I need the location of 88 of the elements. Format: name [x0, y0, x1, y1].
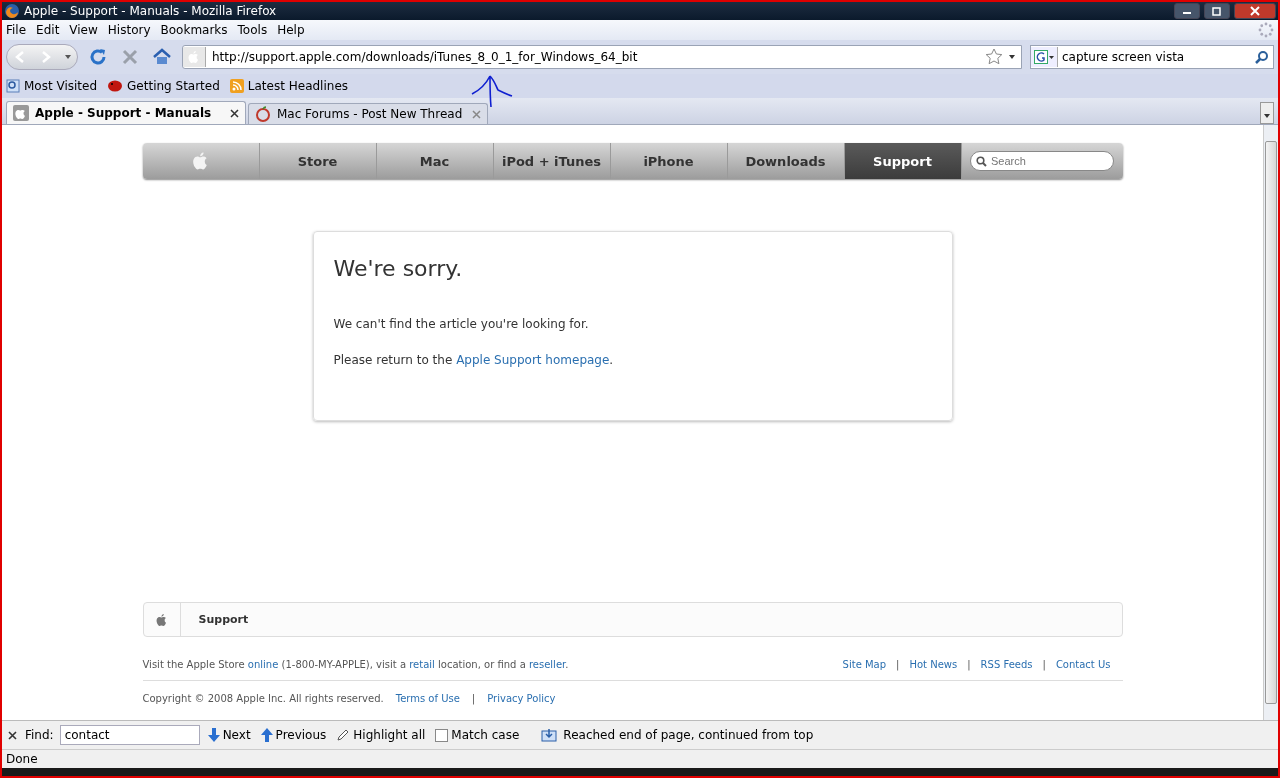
find-field[interactable]: contact: [59, 725, 200, 745]
down-arrow-icon: [207, 728, 220, 742]
restore-button[interactable]: [1204, 3, 1230, 19]
nav-tab[interactable]: Support: [844, 143, 962, 179]
home-icon: [152, 47, 172, 67]
separator-text: |: [1042, 659, 1046, 670]
close-icon[interactable]: [230, 108, 239, 118]
pencil-icon: [336, 728, 351, 742]
window-title: Apple - Support - Manuals - Mozilla Firefox: [24, 4, 278, 18]
message-text: Please return to the Apple Support homepage.: [333, 353, 615, 367]
menu-item[interactable]: File: [6, 23, 27, 37]
menu-item[interactable]: Help: [277, 23, 305, 37]
minimize-button[interactable]: [1174, 3, 1200, 19]
match-case-checkbox[interactable]: Match case: [433, 728, 522, 742]
nav-tab[interactable]: Store: [259, 143, 377, 179]
address-field[interactable]: http://support.apple.com/downloads/iTunes_8_0_1_for_Windows_64_bit: [182, 45, 1022, 69]
apple-icon: [154, 612, 169, 627]
close-find-button[interactable]: [6, 728, 19, 742]
bookmark-link[interactable]: Most Visited: [6, 79, 98, 93]
menu-item[interactable]: Edit: [36, 23, 60, 37]
nav-tab[interactable]: iPod + iTunes: [493, 143, 611, 179]
status-text: Done: [6, 752, 38, 766]
tab-title: Apple - Support - Manuals: [35, 106, 213, 120]
previous-button[interactable]: Previous: [258, 728, 329, 742]
caret-icon: [65, 55, 71, 59]
caret-icon[interactable]: [1009, 55, 1015, 59]
restore-icon: [1212, 6, 1222, 16]
browser-tab[interactable]: Mac Forums - Post New Thread: [248, 103, 488, 124]
footer-link[interactable]: Privacy Policy: [487, 693, 556, 704]
text-link[interactable]: reseller: [528, 659, 566, 670]
wrap-around-icon: [541, 728, 558, 742]
error-heading: We're sorry.: [333, 256, 464, 281]
separator-text: |: [896, 659, 900, 670]
menu-item[interactable]: History: [107, 23, 151, 37]
close-icon: [1250, 6, 1260, 16]
footer-link[interactable]: Terms of Use: [395, 693, 460, 704]
search-icon[interactable]: [1255, 50, 1269, 64]
nav-tab[interactable]: iPhone: [610, 143, 728, 179]
search-icon: [976, 156, 987, 167]
text-link[interactable]: retail: [409, 659, 435, 670]
copyright-text: Copyright © 2008 Apple Inc. All rights reserved.: [142, 693, 384, 704]
footer-link[interactable]: Site Map: [842, 659, 887, 670]
close-button[interactable]: [1234, 3, 1276, 19]
url-text: http://support.apple.com/downloads/iTunes_8_0_1_for_Windows_64_bit: [212, 50, 639, 64]
search-text: capture screen vista: [1062, 50, 1186, 64]
highlight-all-button[interactable]: Highlight all: [334, 728, 428, 742]
caret-icon: [1264, 113, 1270, 118]
rss-icon: [229, 79, 244, 93]
footer-link[interactable]: RSS Feeds: [980, 659, 1033, 670]
reload-icon: [88, 47, 108, 67]
menu-item[interactable]: Bookmarks: [160, 23, 228, 37]
apple-logo-icon: [255, 106, 271, 122]
browser-logo-icon: [4, 3, 20, 19]
search-engine-icon: [1034, 50, 1048, 64]
store-info-text: Visit the Apple Store online (1-800-MY-APPLE), visit a retail location, or find a reseller.: [142, 659, 569, 670]
next-button[interactable]: Next: [205, 728, 253, 742]
find-label: Find:: [25, 728, 54, 742]
nav-tab[interactable]: Mac: [376, 143, 494, 179]
bookmark-link[interactable]: Latest Headlines: [229, 79, 348, 93]
menu-item[interactable]: Tools: [237, 23, 268, 37]
throbber-icon: [1258, 22, 1274, 38]
up-arrow-icon: [260, 728, 273, 742]
separator-text: |: [967, 659, 971, 670]
nav-tab[interactable]: Downloads: [727, 143, 845, 179]
browser-tab[interactable]: Apple - Support - Manuals: [6, 101, 246, 124]
caret-icon: [1049, 55, 1054, 59]
tab-title: Mac Forums - Post New Thread: [277, 107, 464, 121]
close-icon: [8, 730, 17, 740]
star-icon[interactable]: [985, 48, 1003, 66]
bookmark-link[interactable]: Getting Started: [107, 79, 220, 93]
text-link[interactable]: online: [247, 659, 279, 670]
menu-item[interactable]: View: [69, 23, 98, 37]
find-status-text: Reached end of page, continued from top: [563, 728, 814, 742]
web-search-field[interactable]: capture screen vista: [1030, 45, 1274, 69]
separator-text: |: [471, 693, 476, 704]
checkbox[interactable]: [435, 728, 449, 742]
stop-icon: [120, 47, 140, 67]
footer-link[interactable]: Hot News: [909, 659, 958, 670]
site-search-field[interactable]: Search: [970, 151, 1114, 171]
magnifier-icon: [6, 79, 20, 93]
footer-link[interactable]: Contact Us: [1055, 659, 1111, 670]
vertical-scrollbar[interactable]: [1263, 125, 1278, 720]
scrollbar-thumb[interactable]: [1265, 141, 1277, 704]
apple-favicon-icon: [13, 105, 29, 121]
tab-list-button[interactable]: [1260, 102, 1274, 124]
message-text: We can't find the article you're looking for.: [333, 317, 590, 331]
breadcrumb-item[interactable]: Support: [198, 613, 249, 626]
bug-icon: [107, 79, 124, 93]
